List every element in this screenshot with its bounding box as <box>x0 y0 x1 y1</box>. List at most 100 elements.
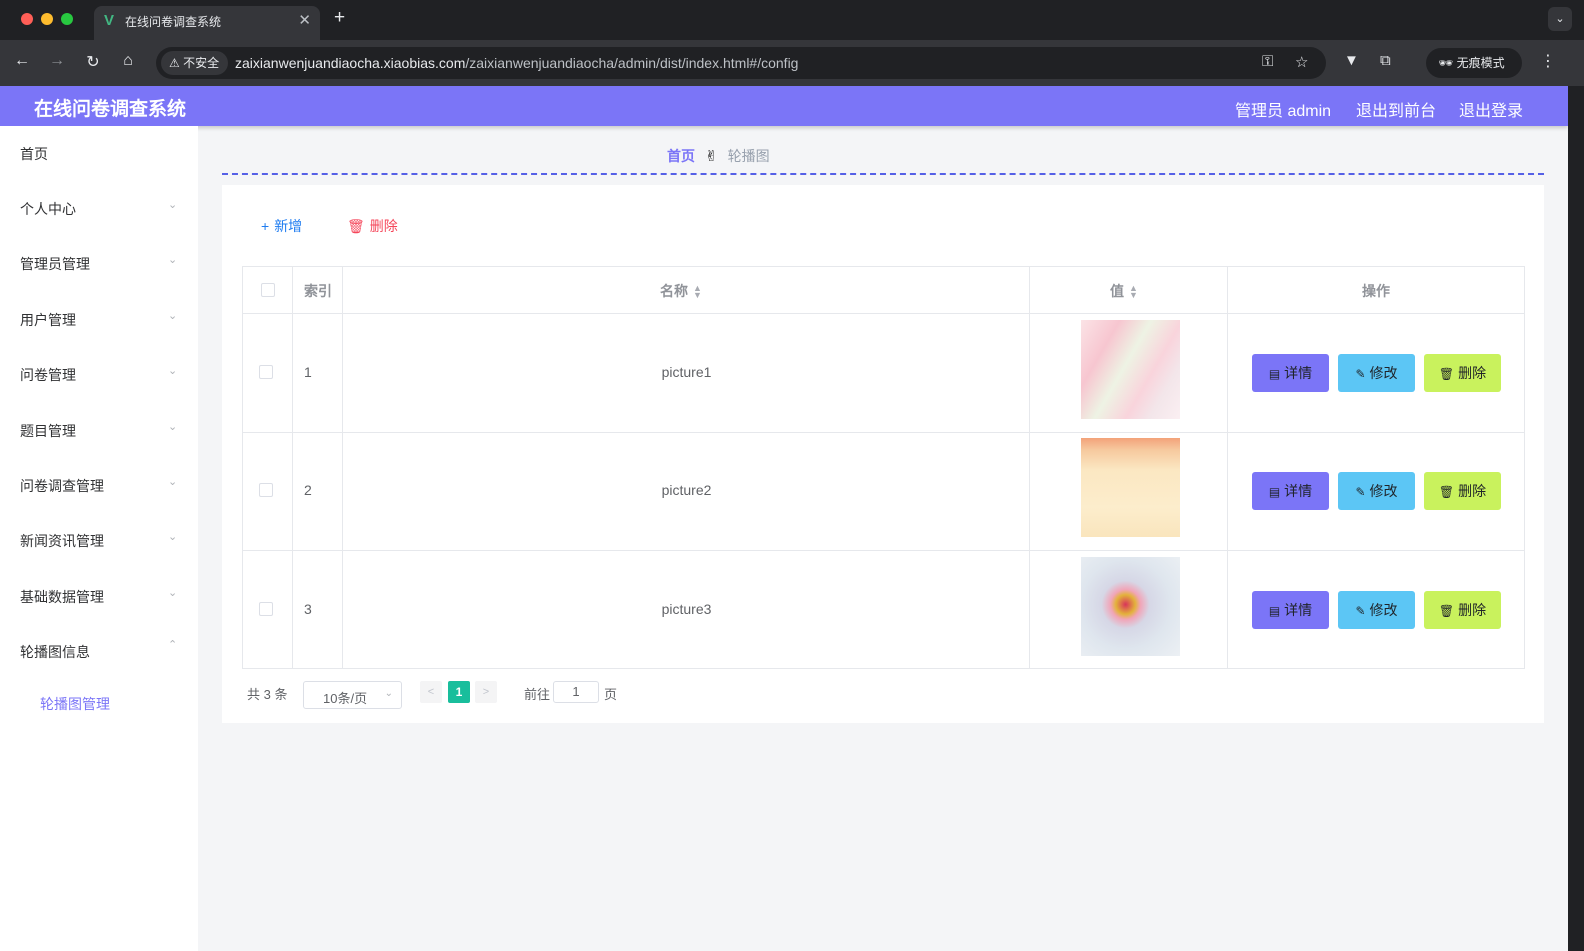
edit-button[interactable]: ✎ 修改 <box>1338 591 1415 629</box>
edit-label: 修改 <box>1369 602 1398 618</box>
cream-tulip-image[interactable] <box>1081 438 1180 537</box>
sidebar-item-label: 基础数据管理 <box>20 589 104 605</box>
cell-index: 1 <box>304 364 312 380</box>
sidebar-item-user-management[interactable]: 用户管理 ⌄ <box>0 292 198 347</box>
sidebar-item-label: 题目管理 <box>20 423 76 439</box>
goto-page-input[interactable]: 1 <box>553 681 599 703</box>
incognito-icon: 🕶 <box>1438 56 1457 70</box>
delete-button[interactable]: 🗑 删除 <box>1424 591 1501 629</box>
chevron-down-icon: ⌄ <box>168 476 178 488</box>
incognito-badge[interactable]: 🕶 无痕模式 <box>1426 48 1522 78</box>
reload-icon[interactable]: ↻ <box>82 52 104 72</box>
chevron-down-icon: ⌄ <box>168 199 178 211</box>
next-page-button[interactable]: > <box>475 681 497 703</box>
sidebar-item-personal-center[interactable]: 个人中心 ⌄ <box>0 181 198 236</box>
star-icon[interactable]: ☆ <box>1295 53 1308 71</box>
delete-label: 删除 <box>1458 365 1487 381</box>
row-checkbox[interactable] <box>259 483 273 497</box>
browser-tab-active[interactable]: V 在线问卷调查系统 ✕ <box>94 6 320 40</box>
new-tab-button[interactable]: + <box>334 7 345 29</box>
row-divider <box>243 550 1524 551</box>
security-indicator[interactable]: ⚠ 不安全 <box>161 51 229 75</box>
cell-name: picture3 <box>661 601 712 617</box>
column-divider <box>1227 267 1228 668</box>
sidebar-item-question-management[interactable]: 题目管理 ⌄ <box>0 403 198 458</box>
row-checkbox[interactable] <box>259 365 273 379</box>
batch-delete-button[interactable]: 🗑 删除 <box>347 216 398 236</box>
sidebar-item-label: 首页 <box>20 146 48 162</box>
header-value-label: 值 <box>1110 283 1124 299</box>
tab-search-icon[interactable]: ⌄ <box>1548 7 1572 31</box>
detail-button[interactable]: ▤ 详情 <box>1252 472 1329 510</box>
plus-icon: + <box>261 218 270 234</box>
minimize-window-button[interactable] <box>41 13 53 25</box>
victory-hand-icon: ✌ <box>705 148 718 165</box>
flower-bouquet-image[interactable] <box>1081 557 1180 656</box>
sidebar-item-news-management[interactable]: 新闻资讯管理 ⌄ <box>0 513 198 568</box>
pagination-total: 共 3 条 <box>247 687 288 702</box>
scrollbar[interactable] <box>1568 86 1584 951</box>
close-window-button[interactable] <box>21 13 33 25</box>
detail-label: 详情 <box>1284 602 1313 618</box>
sidebar-subitem-carousel-management[interactable]: 轮播图管理 <box>0 676 198 731</box>
back-icon[interactable]: ← <box>11 52 33 70</box>
chevron-down-icon: ⌄ <box>168 365 178 377</box>
trash-icon: 🗑 <box>347 218 365 234</box>
detail-button[interactable]: ▤ 详情 <box>1252 354 1329 392</box>
delete-button[interactable]: 🗑 删除 <box>1424 472 1501 510</box>
app-root: 在线问卷调查系统 管理员 admin 退出到前台 退出登录 首页 个人中心 ⌄ … <box>0 86 1568 951</box>
sidebar-item-label: 用户管理 <box>20 312 76 328</box>
puzzle-icon[interactable]: ⧉ <box>1380 52 1391 69</box>
forward-icon[interactable]: → <box>46 52 68 70</box>
delete-button-label: 删除 <box>369 218 398 234</box>
row-checkbox[interactable] <box>259 602 273 616</box>
header-value[interactable]: 值 ▲ ▼ <box>1110 281 1138 301</box>
menu-icon[interactable]: ⋮ <box>1540 51 1556 71</box>
cell-name: picture1 <box>661 364 712 380</box>
header-name[interactable]: 名称 ▲ ▼ <box>660 281 702 301</box>
add-button[interactable]: + 新增 <box>261 216 302 236</box>
sidebar-item-label: 轮播图信息 <box>20 644 90 660</box>
sidebar-item-carousel-info[interactable]: 轮播图信息 ⌃ <box>0 624 198 679</box>
sidebar-item-questionnaire-management[interactable]: 问卷管理 ⌄ <box>0 347 198 402</box>
prev-page-button[interactable]: < <box>420 681 442 703</box>
sidebar-item-home[interactable]: 首页 <box>0 126 198 181</box>
sidebar-item-basic-data-management[interactable]: 基础数据管理 ⌄ <box>0 569 198 624</box>
sidebar-item-label: 问卷调查管理 <box>20 478 104 494</box>
page-number-current[interactable]: 1 <box>448 681 470 703</box>
sidebar-item-survey-management[interactable]: 问卷调查管理 ⌄ <box>0 458 198 513</box>
detail-button[interactable]: ▤ 详情 <box>1252 591 1329 629</box>
logout-link[interactable]: 退出登录 <box>1459 97 1523 121</box>
extension-icon[interactable]: ▼ <box>1344 52 1359 69</box>
trash-icon: 🗑 <box>1438 485 1455 499</box>
carousel-table: 索引 名称 ▲ ▼ 值 ▲ ▼ 操作 1 picture1 ▤ 详情 ✎ 修改 🗑 删除 2 … <box>242 266 1525 669</box>
edit-icon: ✎ <box>1355 367 1366 381</box>
breadcrumb-home[interactable]: 首页 <box>667 148 695 164</box>
sidebar-item-admin-management[interactable]: 管理员管理 ⌄ <box>0 236 198 291</box>
edit-label: 修改 <box>1369 483 1398 499</box>
url-text[interactable]: zaixianwenjuandiaocha.xiaobias.com/zaixi… <box>235 55 798 71</box>
trash-icon: 🗑 <box>1438 367 1455 381</box>
app-header: 在线问卷调查系统 管理员 admin 退出到前台 退出登录 <box>0 86 1568 126</box>
edit-button[interactable]: ✎ 修改 <box>1338 472 1415 510</box>
cell-index: 3 <box>304 601 312 617</box>
pink-blossom-image[interactable] <box>1081 320 1180 419</box>
chevron-down-icon: ⌄ <box>168 531 178 543</box>
chevron-down-icon: ⌄ <box>168 587 178 599</box>
key-icon[interactable]: ⚿ <box>1262 53 1273 70</box>
delete-button[interactable]: 🗑 删除 <box>1424 354 1501 392</box>
detail-label: 详情 <box>1284 483 1313 499</box>
sort-icon[interactable]: ▲ ▼ <box>693 284 702 300</box>
exit-to-front-link[interactable]: 退出到前台 <box>1356 97 1436 121</box>
tab-title: 在线问卷调查系统 <box>125 15 222 29</box>
address-bar[interactable]: ⚠ 不安全 zaixianwenjuandiaocha.xiaobias.com… <box>156 47 1326 79</box>
tab-close-icon[interactable]: ✕ <box>298 11 311 29</box>
page-size-select[interactable]: 10条/页 ⌄ <box>303 681 402 709</box>
edit-button[interactable]: ✎ 修改 <box>1338 354 1415 392</box>
select-all-checkbox[interactable] <box>261 283 275 297</box>
maximize-window-button[interactable] <box>61 13 73 25</box>
home-icon[interactable]: ⌂ <box>117 52 139 70</box>
add-button-label: 新增 <box>274 218 303 234</box>
sort-icon[interactable]: ▲ ▼ <box>1129 284 1138 300</box>
admin-user-link[interactable]: 管理员 admin <box>1235 97 1331 121</box>
